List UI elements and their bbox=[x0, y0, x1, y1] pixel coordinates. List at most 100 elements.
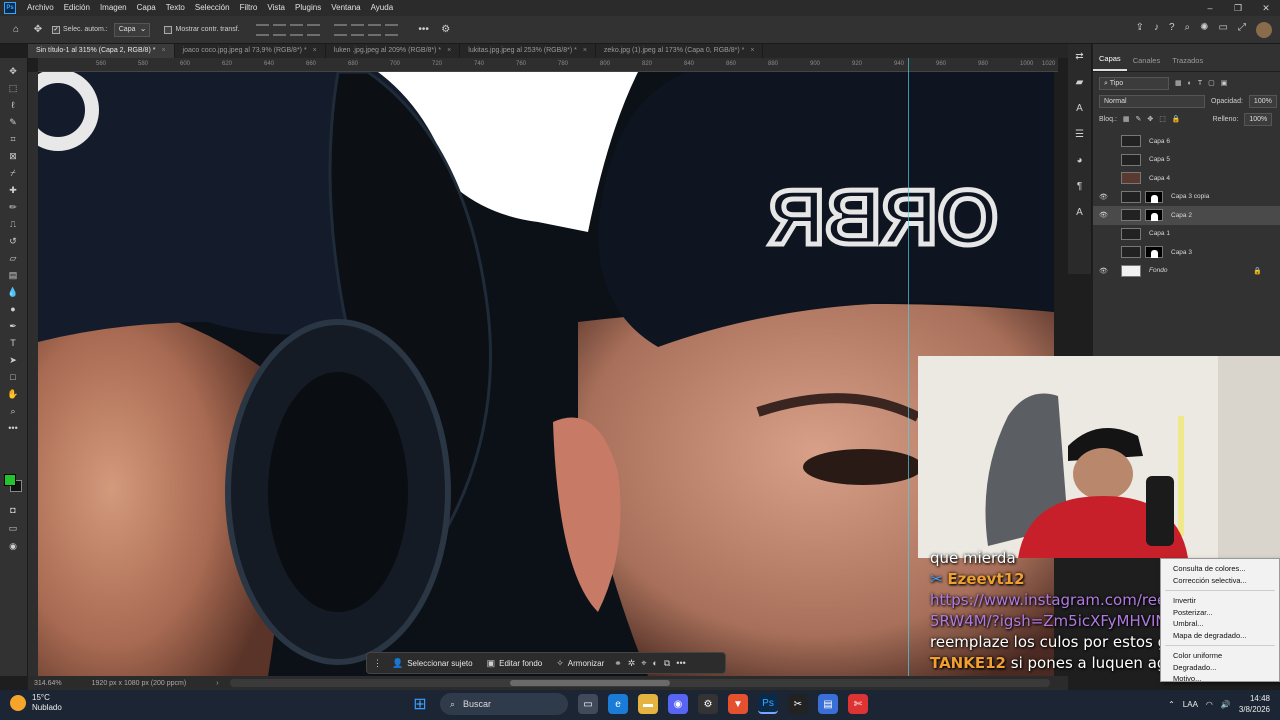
align-right-icon[interactable] bbox=[289, 23, 303, 36]
color-icon[interactable]: ◕ bbox=[1068, 148, 1091, 174]
share-icon[interactable]: ⇪ bbox=[1136, 22, 1144, 38]
frame-tool-icon[interactable]: ⊠ bbox=[6, 149, 20, 163]
character-icon[interactable]: A bbox=[1068, 200, 1091, 226]
align-justify-icon[interactable] bbox=[306, 23, 320, 36]
steam-icon[interactable]: ⚙ bbox=[698, 694, 718, 714]
type-tool-icon[interactable]: T bbox=[6, 336, 20, 350]
weather-widget[interactable]: 15°C Nublado bbox=[10, 693, 62, 713]
healing-brush-icon[interactable]: ✚ bbox=[6, 183, 20, 197]
taskbar-search[interactable]: ⌕ Buscar bbox=[440, 693, 568, 715]
tab-doc-2[interactable]: joaco coco.jpg.jpeg al 73,9% (RGB/8*) * × bbox=[175, 44, 326, 58]
filter-pixel-icon[interactable]: ▦ bbox=[1175, 79, 1182, 87]
align-bottom-icon[interactable] bbox=[367, 23, 381, 36]
clone-stamp-icon[interactable]: ⎍ bbox=[6, 217, 20, 231]
select-subject-button[interactable]: 👤 Seleccionar sujeto bbox=[388, 658, 477, 669]
notepad-icon[interactable]: ▤ bbox=[818, 694, 838, 714]
menu-ayuda[interactable]: Ayuda bbox=[366, 0, 399, 16]
align-top-icon[interactable] bbox=[333, 23, 347, 36]
align-left-icon[interactable] bbox=[255, 23, 269, 36]
dodge-icon[interactable]: ● bbox=[6, 302, 20, 316]
layer-row[interactable]: 👁 Capa 3 copia bbox=[1093, 188, 1280, 207]
horizontal-scrollbar[interactable] bbox=[230, 679, 1050, 687]
photoshop-taskbar-icon[interactable]: Ps bbox=[758, 694, 778, 714]
menu-ventana[interactable]: Ventana bbox=[326, 0, 365, 16]
scroll-thumb[interactable] bbox=[510, 680, 670, 686]
close-icon[interactable]: × bbox=[447, 47, 451, 54]
filter-type-icon[interactable]: T bbox=[1198, 80, 1202, 87]
blur-icon[interactable]: 💧 bbox=[6, 285, 20, 299]
layer-row-selected[interactable]: 👁 Capa 2 bbox=[1093, 206, 1280, 225]
distribute-icon[interactable] bbox=[384, 23, 398, 36]
light-icon[interactable]: ✺ bbox=[1200, 22, 1208, 38]
harmonize-button[interactable]: ✧ Armonizar bbox=[552, 658, 608, 669]
filter-smart-icon[interactable]: ▣ bbox=[1221, 79, 1228, 87]
avatar[interactable] bbox=[1256, 22, 1272, 38]
windows-start-icon[interactable]: ⊞ bbox=[410, 694, 430, 714]
capcut-icon[interactable]: ✂ bbox=[788, 694, 808, 714]
layer-row[interactable]: Capa 5 bbox=[1093, 151, 1280, 170]
eye-icon[interactable]: 👁 bbox=[1099, 211, 1109, 219]
screen-mode-icon[interactable]: ▭ bbox=[6, 521, 20, 535]
discord-icon[interactable]: ◉ bbox=[668, 694, 688, 714]
layer-row[interactable]: 👁 Fondo 🔒 bbox=[1093, 262, 1280, 281]
camera-icon[interactable]: ◉ bbox=[6, 539, 20, 553]
lock-paint-icon[interactable]: ✎ bbox=[1136, 115, 1142, 123]
eraser-icon[interactable]: ▱ bbox=[6, 251, 20, 265]
menu-item-color-lookup[interactable]: Consulta de colores... bbox=[1161, 563, 1279, 575]
menu-item-posterize[interactable]: Posterizar... bbox=[1161, 607, 1279, 619]
layer-mask[interactable] bbox=[1145, 209, 1163, 222]
home-icon[interactable]: ⌂ bbox=[8, 22, 24, 38]
minimize-icon[interactable]: – bbox=[1196, 0, 1224, 16]
image-canvas[interactable]: ORBR bbox=[38, 72, 1054, 676]
tab-canales[interactable]: Canales bbox=[1127, 56, 1167, 71]
rectangle-tool-icon[interactable]: □ bbox=[6, 370, 20, 384]
search-icon[interactable]: ⌕ bbox=[1185, 22, 1191, 38]
menu-item-threshold[interactable]: Umbral... bbox=[1161, 618, 1279, 630]
drag-handle-icon[interactable]: ⋮ bbox=[373, 658, 382, 669]
menu-item-pattern[interactable]: Motivo... bbox=[1161, 673, 1279, 685]
pen-tool-icon[interactable]: ✒ bbox=[6, 319, 20, 333]
help-icon[interactable]: ? bbox=[1169, 22, 1175, 38]
filter-shape-icon[interactable]: ▢ bbox=[1208, 79, 1215, 87]
eye-icon[interactable]: 👁 bbox=[1099, 193, 1109, 201]
close-icon[interactable]: × bbox=[750, 47, 754, 54]
layer-mask[interactable] bbox=[1145, 190, 1163, 203]
blend-mode-dropdown[interactable]: Normal bbox=[1099, 94, 1205, 108]
menu-item-invert[interactable]: Invertir bbox=[1161, 595, 1279, 607]
menu-item-selective-color[interactable]: Corrección selectiva... bbox=[1161, 575, 1279, 587]
lock-pixels-icon[interactable]: ▦ bbox=[1123, 115, 1130, 123]
tab-doc-3[interactable]: luken .jpg.jpeg al 209% (RGB/8*) * × bbox=[326, 44, 461, 58]
language-indicator[interactable]: LAA bbox=[1183, 700, 1198, 709]
wifi-icon[interactable]: ◠ bbox=[1206, 700, 1213, 709]
adjust-icon[interactable]: ◐ bbox=[652, 658, 657, 668]
foreground-color-swatch[interactable] bbox=[4, 474, 16, 486]
bell-icon[interactable]: ♪ bbox=[1154, 22, 1159, 38]
align-center-icon[interactable] bbox=[272, 23, 286, 36]
opacity-input[interactable]: 100% bbox=[1248, 94, 1277, 108]
menu-item-gradient[interactable]: Degradado... bbox=[1161, 662, 1279, 674]
hand-tool-icon[interactable]: ✋ bbox=[6, 387, 20, 401]
swap-icon[interactable]: ⇄ bbox=[1068, 44, 1091, 70]
lock-artboard-icon[interactable]: ⬚ bbox=[1159, 115, 1166, 123]
layer-row[interactable]: Capa 3 bbox=[1093, 243, 1280, 262]
edge-icon[interactable]: e bbox=[608, 694, 628, 714]
quick-select-icon[interactable]: ✎ bbox=[6, 115, 20, 129]
tab-doc-4[interactable]: lukitas.jpg.jpeg al 253% (RGB/8*) * × bbox=[460, 44, 596, 58]
show-transform-checkbox[interactable]: Mostrar contr. transf. bbox=[164, 25, 240, 34]
tab-capas[interactable]: Capas bbox=[1093, 54, 1127, 71]
close-icon[interactable]: × bbox=[161, 47, 165, 54]
path-select-icon[interactable]: ➤ bbox=[6, 353, 20, 367]
workspace-icon[interactable]: ▭ bbox=[1219, 22, 1228, 38]
history-brush-icon[interactable]: ↺ bbox=[6, 234, 20, 248]
zoom-tool-icon[interactable]: ⌕ bbox=[6, 404, 20, 418]
layer-mask[interactable] bbox=[1145, 246, 1163, 259]
type-panel-icon[interactable]: A bbox=[1068, 96, 1091, 122]
settings-icon[interactable]: ✲ bbox=[628, 658, 636, 669]
expand-icon[interactable]: ⤢ bbox=[1238, 22, 1246, 38]
menu-filtro[interactable]: Filtro bbox=[235, 0, 263, 16]
layers-icon[interactable]: ⧉ bbox=[664, 658, 670, 669]
layer-row[interactable]: Capa 4 bbox=[1093, 169, 1280, 188]
lock-move-icon[interactable]: ✥ bbox=[1147, 115, 1153, 123]
mask-icon[interactable]: ⚭ bbox=[614, 658, 622, 669]
transform-icon[interactable]: ⌖ bbox=[641, 658, 646, 669]
